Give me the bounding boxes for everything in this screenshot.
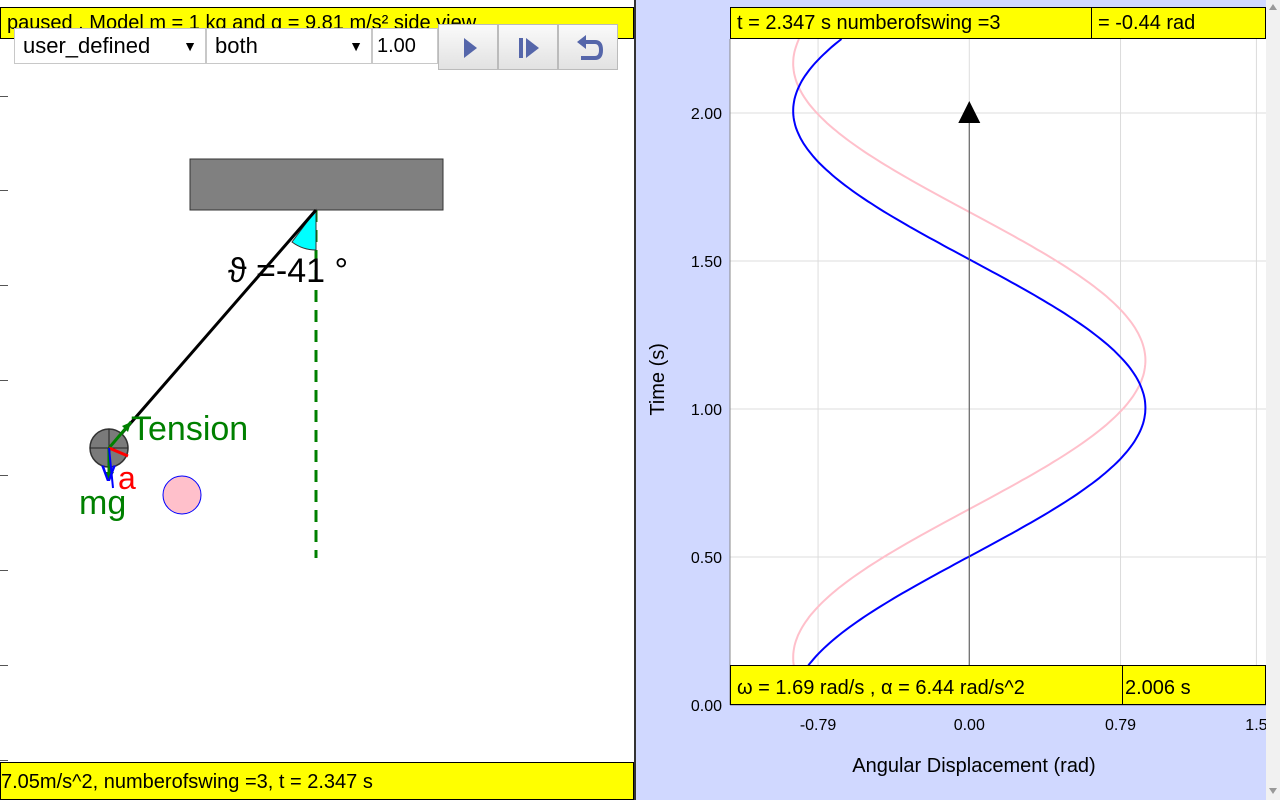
- x-axis-title: Angular Displacement (rad): [852, 755, 1095, 777]
- graph-bottom-status-left: ω = 1.69 rad/s , α = 6.44 rad/s^2: [730, 665, 1123, 705]
- graph-top-status-left: t = 2.347 s numberofswing =3: [730, 7, 1092, 39]
- plot-area: [730, 39, 1266, 705]
- y-tick-label: 0.00: [691, 698, 722, 715]
- simulation-panel[interactable]: paused , Model m = 1 kg and g = 9.81 m/s…: [0, 0, 634, 800]
- y-axis-title: Time (s): [647, 343, 669, 416]
- y-tick-label: 0.50: [691, 550, 722, 567]
- y-tick-label: 1.00: [691, 402, 722, 419]
- ghost-bob: [162, 475, 202, 515]
- y-tick-label: 2.00: [691, 106, 722, 123]
- bottom-status-bar: 7.05m/s^2, numberofswing =3, t = 2.347 s: [0, 762, 634, 800]
- scroll-up-icon[interactable]: [1269, 4, 1277, 10]
- graph-panel[interactable]: -0.79 0.00 0.79 1.5 0.00 0.50 1.00 1.50 2.00 Angu…: [636, 0, 1266, 800]
- graph-top-status-right: = -0.44 rad: [1091, 7, 1266, 39]
- x-tick-label: 1.5: [1245, 717, 1266, 734]
- ruler-tick: [0, 760, 8, 761]
- x-tick-label: -0.79: [800, 717, 837, 734]
- scroll-down-icon[interactable]: [1269, 788, 1277, 794]
- vertical-scrollbar[interactable]: [1266, 0, 1280, 800]
- weight-label: mg: [79, 484, 127, 522]
- x-tick-label: 0.79: [1105, 717, 1136, 734]
- graph-bottom-status-right: 2.006 s: [1122, 665, 1266, 705]
- angle-label: ϑ =-41 °: [228, 252, 349, 290]
- pendulum-scene: [89, 158, 444, 558]
- x-tick-label: 0.00: [954, 717, 985, 734]
- pendulum-support: [189, 158, 444, 211]
- tension-label: Tension: [131, 410, 249, 448]
- y-tick-label: 1.50: [691, 254, 722, 271]
